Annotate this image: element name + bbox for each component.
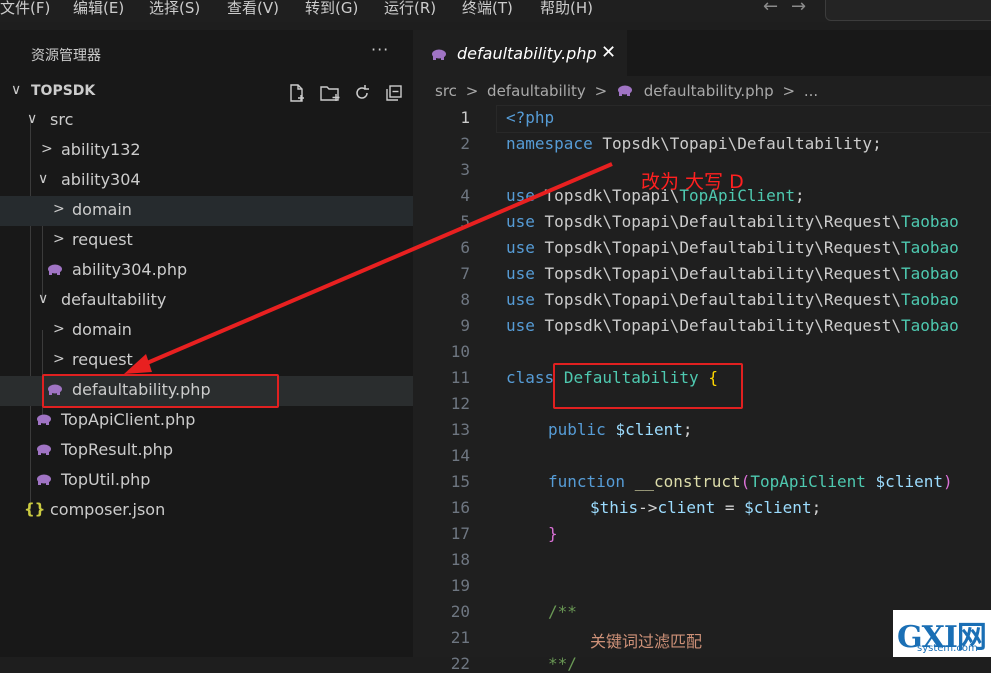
watermark-logo: GXI网 system.com: [893, 610, 991, 657]
annotation-arrow: [124, 162, 613, 374]
annotation-text: 改为 大写 D: [641, 171, 744, 193]
watermark-subtext: system.com: [917, 643, 978, 654]
